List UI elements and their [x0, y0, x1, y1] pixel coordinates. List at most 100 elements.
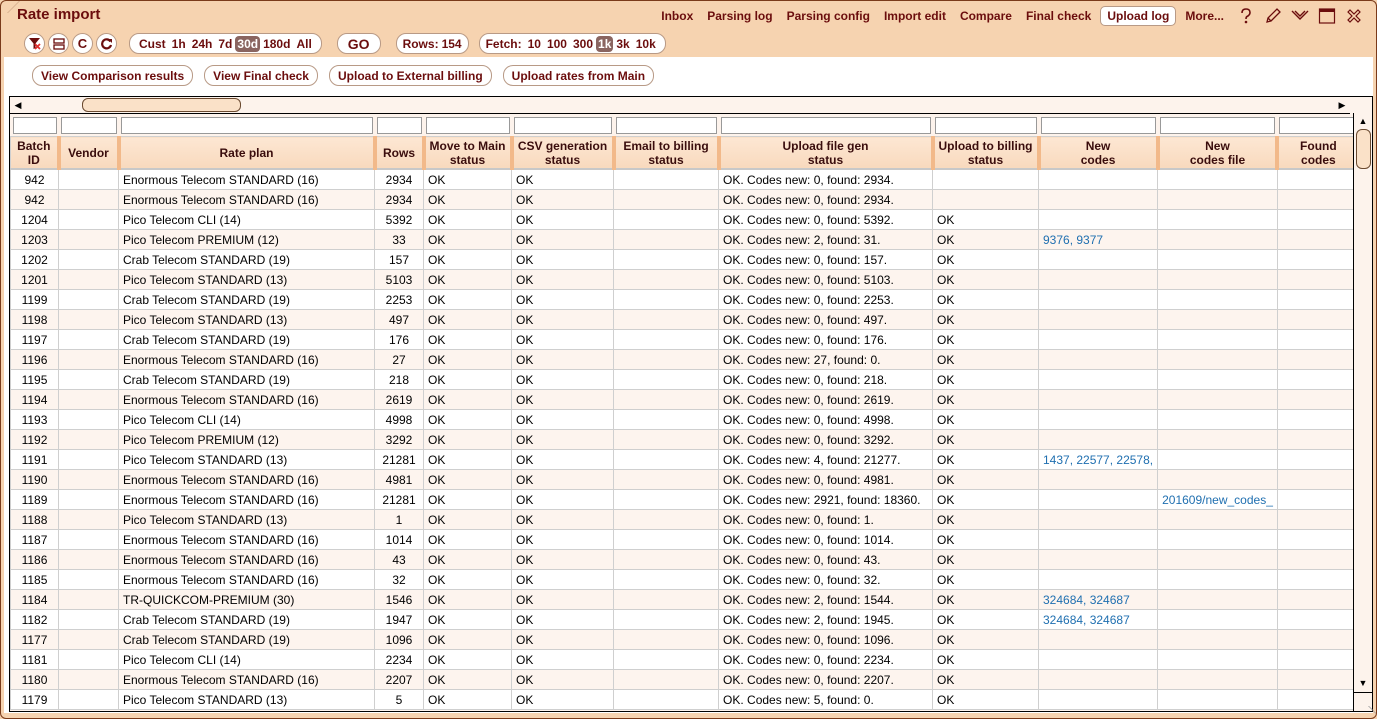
refresh-button[interactable]	[96, 33, 117, 54]
horizontal-scroll-thumb[interactable]	[82, 98, 241, 112]
filter-upload-to-billing-status-input[interactable]	[934, 116, 1037, 134]
nav-parsing-log[interactable]: Parsing log	[700, 6, 779, 26]
filter-rows-input[interactable]	[376, 116, 422, 134]
table-row[interactable]: 1199 Crab Telecom STANDARD (19) 2253 OK OK OK…	[10, 289, 1360, 310]
filter-upload-file-gen-status-input[interactable]	[720, 116, 931, 134]
table-row[interactable]: 1197 Crab Telecom STANDARD (19) 176 OK OK OK.…	[10, 329, 1360, 350]
column-header-upload-to-billing-status[interactable]: Upload to billing status	[932, 136, 1041, 170]
table-row[interactable]: 1177 Crab Telecom STANDARD (19) 1096 OK OK OK…	[10, 629, 1360, 650]
nav-compare[interactable]: Compare	[953, 6, 1019, 26]
cell-new-codes[interactable]: 324684, 324687	[1037, 589, 1159, 610]
table-row[interactable]: 1195 Crab Telecom STANDARD (19) 218 OK OK OK.…	[10, 369, 1360, 390]
nav-inbox[interactable]: Inbox	[654, 6, 700, 26]
maximize-icon[interactable]	[1315, 5, 1339, 27]
column-header-email-to-billing-status[interactable]: Email to billing status	[613, 136, 721, 170]
cell-new-codes[interactable]: 324684, 324687	[1037, 609, 1159, 630]
table-row[interactable]: 1180 Enormous Telecom STANDARD (16) 2207 OK…	[10, 669, 1360, 690]
fetch-10k[interactable]: 10k	[633, 37, 659, 51]
nav-parsing-config[interactable]: Parsing config	[780, 6, 877, 26]
scroll-right-icon[interactable]: ▶	[1336, 99, 1348, 111]
nav-upload-log[interactable]: Upload log	[1100, 6, 1177, 26]
go-button[interactable]: GO	[336, 33, 381, 54]
period-all[interactable]: All	[293, 37, 314, 51]
close-icon[interactable]	[1342, 5, 1366, 27]
c-button[interactable]: C	[72, 33, 93, 54]
nav-more[interactable]: More...	[1178, 6, 1231, 26]
column-header-new-codes[interactable]: New codes	[1037, 136, 1160, 170]
fetch-3k[interactable]: 3k	[613, 37, 632, 51]
horizontal-scrollbar[interactable]: ◀ ▶	[10, 97, 1350, 114]
fetch-1k[interactable]: 1k	[596, 35, 614, 52]
period-180d[interactable]: 180d	[260, 37, 293, 51]
table-row[interactable]: 1196 Enormous Telecom STANDARD (16) 27 OK OK…	[10, 349, 1360, 370]
column-header-rows[interactable]: Rows	[374, 136, 426, 170]
table-row[interactable]: 1204 Pico Telecom CLI (14) 5392 OK OK OK. Cod…	[10, 209, 1360, 230]
table-row[interactable]: 1182 Crab Telecom STANDARD (19) 1947 OK OK OK…	[10, 609, 1360, 630]
table-row[interactable]: 1201 Pico Telecom STANDARD (13) 5103 OK OK OK…	[10, 269, 1360, 290]
period-24h[interactable]: 24h	[189, 37, 216, 51]
table-row[interactable]: 942 Enormous Telecom STANDARD (16) 2934 OK O…	[10, 189, 1360, 210]
table-row[interactable]: 1187 Enormous Telecom STANDARD (16) 1014 OK…	[10, 529, 1360, 550]
table-row[interactable]: 1189 Enormous Telecom STANDARD (16) 21281 O…	[10, 489, 1360, 510]
filter-cell	[1038, 114, 1158, 137]
upload-to-external-billing-button[interactable]: Upload to External billing	[328, 65, 492, 86]
collapse-chevron-icon[interactable]	[1288, 5, 1312, 27]
table-row[interactable]: 942 Enormous Telecom STANDARD (16) 2934 OK O…	[10, 168, 1360, 190]
column-header-rate-plan[interactable]: Rate plan	[118, 136, 377, 170]
filter-rate-plan-input[interactable]	[120, 116, 373, 134]
column-header-batch-id[interactable]: Batch ID	[10, 136, 61, 170]
table-row[interactable]: 1190 Enormous Telecom STANDARD (16) 4981 OK…	[10, 469, 1360, 490]
filter-new-codes-file-input[interactable]	[1159, 116, 1276, 134]
clear-filter-button[interactable]	[24, 33, 45, 54]
filter-move-to-main-status-input[interactable]	[425, 116, 510, 134]
cell-new-codes-file[interactable]: 201609/new_codes_	[1157, 489, 1278, 510]
fetch-10[interactable]: 10	[525, 37, 544, 51]
nav-import-edit[interactable]: Import edit	[877, 6, 953, 26]
period-cust[interactable]: Cust	[136, 37, 169, 51]
filter-csv-generation-status-input[interactable]	[513, 116, 612, 134]
edit-pencil-icon[interactable]	[1261, 5, 1285, 27]
table-row[interactable]: 1202 Crab Telecom STANDARD (19) 157 OK OK OK.…	[10, 249, 1360, 270]
nav-final-check[interactable]: Final check	[1019, 6, 1098, 26]
scroll-up-icon[interactable]: ▲	[1357, 115, 1369, 127]
column-header-move-to-main-status[interactable]: Move to Main status	[422, 136, 514, 170]
column-header-vendor[interactable]: Vendor	[58, 136, 121, 170]
column-header-new-codes-file[interactable]: New codes file	[1157, 136, 1280, 170]
table-row[interactable]: 1191 Pico Telecom STANDARD (13) 21281 OK OK O…	[10, 449, 1360, 470]
table-row[interactable]: 1184 TR-QUICKCOM-PREMIUM (30) 1546 OK OK OK. …	[10, 589, 1360, 610]
period-30d[interactable]: 30d	[235, 35, 261, 52]
table-row[interactable]: 1179 Pico Telecom STANDARD (13) 5 OK OK OK. C…	[10, 689, 1360, 710]
scroll-left-icon[interactable]: ◀	[12, 99, 24, 111]
filter-found-codes-input[interactable]	[1279, 116, 1358, 134]
table-row[interactable]: 1193 Pico Telecom CLI (14) 4998 OK OK OK. Cod…	[10, 409, 1360, 430]
period-1h[interactable]: 1h	[169, 37, 189, 51]
period-7d[interactable]: 7d	[215, 37, 235, 51]
scroll-down-icon[interactable]: ▼	[1357, 677, 1369, 689]
vertical-scroll-thumb[interactable]	[1356, 129, 1371, 169]
columns-button[interactable]	[48, 33, 69, 54]
column-header-found-codes[interactable]: Found codes	[1276, 136, 1362, 170]
table-row[interactable]: 1192 Pico Telecom PREMIUM (12) 3292 OK OK OK.…	[10, 429, 1360, 450]
fetch-100[interactable]: 100	[544, 37, 570, 51]
table-row[interactable]: 1185 Enormous Telecom STANDARD (16) 32 OK OK…	[10, 569, 1360, 590]
filter-email-to-billing-status-input[interactable]	[615, 116, 717, 134]
vertical-scrollbar[interactable]: ▲ ▼	[1353, 113, 1372, 711]
table-row[interactable]: 1203 Pico Telecom PREMIUM (12) 33 OK OK OK. C…	[10, 229, 1360, 250]
cell-new-codes[interactable]: 1437, 22577, 22578,	[1037, 449, 1159, 470]
view-comparison-results-button[interactable]: View Comparison results	[32, 65, 194, 86]
column-header-csv-generation-status[interactable]: CSV generation status	[511, 136, 616, 170]
cell-new-codes[interactable]: 9376, 9377	[1037, 229, 1159, 250]
upload-rates-from-main-button[interactable]: Upload rates from Main	[502, 65, 655, 86]
table-row[interactable]: 1198 Pico Telecom STANDARD (13) 497 OK OK OK.…	[10, 309, 1360, 330]
table-row[interactable]: 1181 Pico Telecom CLI (14) 2234 OK OK OK. Cod…	[10, 649, 1360, 670]
table-row[interactable]: 1186 Enormous Telecom STANDARD (16) 43 OK OK…	[10, 549, 1360, 570]
table-row[interactable]: 1188 Pico Telecom STANDARD (13) 1 OK OK OK. C…	[10, 509, 1360, 530]
view-final-check-button[interactable]: View Final check	[204, 65, 318, 86]
filter-new-codes-input[interactable]	[1040, 116, 1156, 134]
table-row[interactable]: 1194 Enormous Telecom STANDARD (16) 2619 OK…	[10, 389, 1360, 410]
filter-vendor-input[interactable]	[60, 116, 117, 134]
filter-batch-id-input[interactable]	[12, 116, 57, 134]
fetch-300[interactable]: 300	[570, 37, 596, 51]
column-header-upload-file-gen-status[interactable]: Upload file gen status	[718, 136, 935, 170]
help-icon[interactable]	[1234, 5, 1258, 27]
